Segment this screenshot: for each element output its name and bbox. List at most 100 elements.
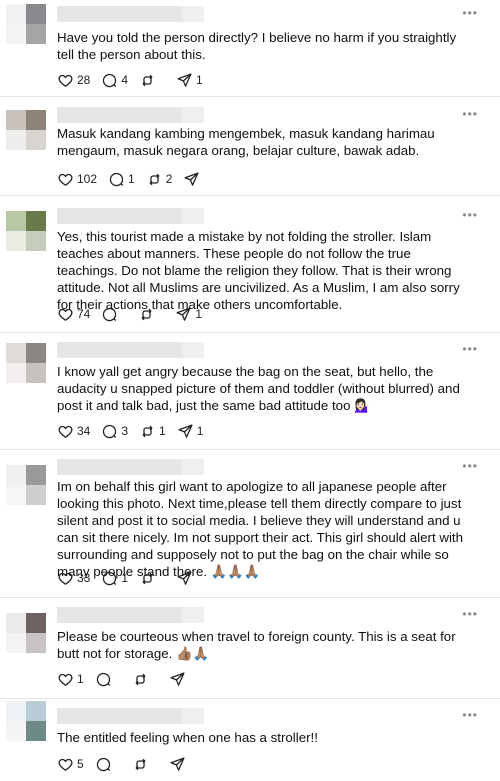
reply-button[interactable]: 1	[101, 570, 128, 587]
repost-icon	[142, 572, 153, 584]
post: ••• The entitled feeling when one has a …	[0, 699, 500, 781]
username-blurred-tail	[182, 107, 204, 123]
repost-button[interactable]	[132, 756, 158, 773]
avatar[interactable]	[6, 211, 46, 251]
post: ••• Masuk kandang kambing mengembek, mas…	[0, 97, 500, 196]
avatar[interactable]	[6, 465, 46, 505]
repost-icon	[149, 173, 160, 185]
reply-button[interactable]: 4	[101, 72, 128, 89]
reply-button[interactable]: 3	[101, 423, 128, 440]
action-bar: 102 1 2	[57, 170, 220, 188]
username-blurred-tail	[182, 708, 204, 724]
reply-button[interactable]	[95, 756, 121, 773]
avatar[interactable]	[6, 701, 46, 741]
action-bar: 1	[57, 670, 206, 688]
comment-icon	[103, 73, 117, 87]
heart-icon	[58, 74, 73, 87]
like-count: 102	[77, 172, 98, 186]
comment-icon	[103, 571, 117, 585]
like-count: 34	[77, 424, 91, 438]
heart-icon	[58, 572, 73, 585]
reply-button[interactable]: 1	[108, 171, 135, 188]
repost-button[interactable]	[139, 72, 165, 89]
repost-count: 2	[165, 172, 173, 186]
like-count: 5	[77, 757, 84, 771]
post: ••• Please be courteous when travel to f…	[0, 598, 500, 699]
more-dots-icon[interactable]: •••	[462, 6, 478, 20]
like-count: 33	[77, 571, 91, 585]
repost-icon	[142, 425, 153, 437]
share-button[interactable]: 1	[176, 72, 203, 89]
share-icon	[177, 72, 192, 87]
avatar[interactable]	[6, 613, 46, 653]
more-dots-icon[interactable]: •••	[462, 607, 478, 621]
repost-icon	[135, 673, 146, 685]
share-button[interactable]: 1	[175, 306, 202, 323]
like-button[interactable]: 102	[57, 171, 97, 188]
post-text: Yes, this tourist made a mistake by not …	[57, 229, 460, 312]
share-button[interactable]	[176, 570, 202, 587]
share-icon	[177, 570, 192, 585]
repost-button[interactable]	[132, 671, 158, 688]
comment-icon	[96, 672, 110, 686]
post-text: Have you told the person directly? I bel…	[57, 30, 457, 62]
share-count: 1	[196, 424, 204, 438]
repost-button[interactable]: 1	[139, 423, 166, 440]
username-blurred[interactable]	[57, 708, 182, 724]
like-button[interactable]: 33	[57, 570, 90, 587]
reply-button[interactable]	[101, 306, 127, 323]
share-button[interactable]	[169, 756, 195, 773]
share-count: 1	[196, 73, 203, 87]
post-text: The entitled feeling when one has a stro…	[57, 730, 318, 745]
more-dots-icon[interactable]: •••	[462, 208, 478, 222]
like-count: 74	[77, 307, 91, 321]
reply-button[interactable]	[95, 671, 121, 688]
heart-icon	[58, 173, 73, 186]
like-button[interactable]: 34	[57, 423, 90, 440]
reply-count: 4	[121, 73, 129, 87]
username-blurred[interactable]	[57, 6, 182, 22]
username-blurred[interactable]	[57, 342, 182, 358]
action-bar: 28 4 1	[57, 71, 214, 89]
more-dots-icon[interactable]: •••	[462, 107, 478, 121]
repost-button[interactable]	[139, 570, 165, 587]
more-dots-icon[interactable]: •••	[462, 459, 478, 473]
like-button[interactable]: 74	[57, 306, 90, 323]
share-button[interactable]	[169, 671, 195, 688]
share-icon	[184, 171, 199, 186]
heart-icon	[58, 758, 73, 771]
action-bar: 33 1	[57, 569, 213, 587]
avatar[interactable]	[6, 4, 46, 44]
username-blurred-tail	[182, 459, 204, 475]
avatar[interactable]	[6, 343, 46, 383]
share-button[interactable]	[183, 171, 209, 188]
username-blurred[interactable]	[57, 607, 182, 623]
share-button[interactable]: 1	[177, 423, 204, 440]
like-button[interactable]: 5	[57, 756, 84, 773]
post: ••• Have you told the person directly? I…	[0, 0, 500, 97]
username-blurred[interactable]	[57, 459, 182, 475]
action-bar: 34 3 1 1	[57, 422, 214, 440]
username-blurred-tail	[182, 208, 204, 224]
comment-icon	[96, 757, 110, 771]
like-button[interactable]: 1	[57, 671, 84, 688]
username-blurred[interactable]	[57, 107, 182, 123]
share-icon	[170, 671, 185, 686]
like-count: 1	[77, 672, 84, 686]
repost-button[interactable]: 2	[146, 171, 173, 188]
more-dots-icon[interactable]: •••	[462, 708, 478, 722]
post: ••• I know yall get angry because the ba…	[0, 333, 500, 450]
repost-icon	[141, 308, 153, 320]
repost-count: 1	[159, 424, 166, 438]
like-button[interactable]: 28	[57, 72, 90, 89]
username-blurred[interactable]	[57, 208, 182, 224]
comment-icon	[103, 307, 117, 321]
post: ••• Im on behalf this girl want to apolo…	[0, 450, 500, 598]
avatar[interactable]	[6, 110, 46, 150]
post-text: Masuk kandang kambing mengembek, masuk k…	[57, 126, 435, 158]
more-dots-icon[interactable]: •••	[462, 342, 478, 356]
username-blurred-tail	[182, 607, 204, 623]
repost-icon	[135, 758, 146, 770]
repost-button[interactable]	[138, 306, 164, 323]
comment-icon	[109, 172, 124, 186]
